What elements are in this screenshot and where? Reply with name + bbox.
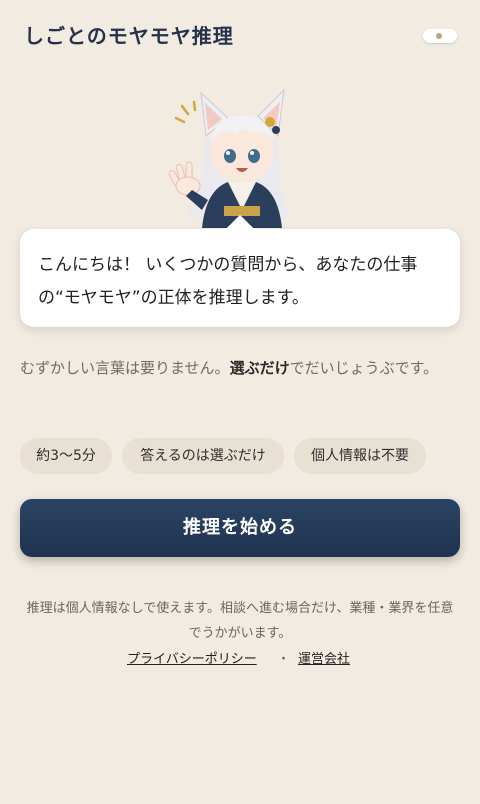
toggle-knob (436, 33, 442, 39)
header: しごとのモヤモヤ推理 (0, 0, 480, 70)
chip-duration: 約3〜5分 (20, 438, 112, 474)
intro-before: むずかしい言葉は要りません。 (20, 359, 230, 377)
privacy-policy-link[interactable]: プライバシーポリシー (127, 648, 257, 667)
chip-select-only: 答えるのは選ぶだけ (122, 438, 284, 474)
greeting-bubble: こんにちは！ いくつかの質問から、あなたの仕事の“モヤモヤ”の正体を推理します。 (20, 229, 460, 327)
greeting-text: こんにちは！ いくつかの質問から、あなたの仕事の“モヤモヤ”の正体を推理します。 (38, 255, 418, 308)
intro-emphasis: 選ぶだけ (229, 359, 290, 377)
sparkle-icon (174, 100, 197, 124)
start-button[interactable]: 推理を始める (20, 499, 460, 557)
company-link[interactable]: 運営会社 (298, 648, 350, 667)
footer-links: プライバシーポリシー ・ 運営会社 (0, 648, 480, 672)
chip-no-personal-info: 個人情報は不要 (294, 438, 426, 474)
theme-toggle[interactable] (423, 29, 457, 43)
link-separator: ・ (277, 652, 291, 667)
intro-after: でだいじょうぶです。 (289, 359, 439, 377)
app-title: しごとのモヤモヤ推理 (24, 24, 234, 48)
privacy-note: 推理は個人情報なしで使えます。相談へ進む場合だけ、業種・業界を任意でうかがいます… (26, 601, 454, 641)
intro-text: むずかしい言葉は要りません。選ぶだけでだいじょうぶです。 (20, 353, 460, 383)
mascot-illustration (168, 88, 291, 228)
